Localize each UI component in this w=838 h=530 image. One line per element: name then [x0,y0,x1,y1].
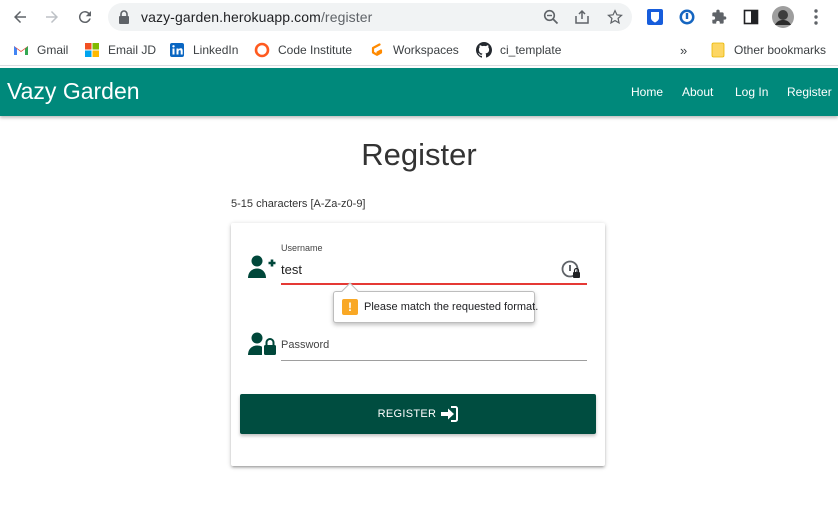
folder-icon [710,42,726,58]
lock-icon[interactable] [118,10,130,29]
extensions-puzzle-icon[interactable] [708,6,730,28]
username-hint: 5-15 characters [A-Za-z0-9] [231,198,366,210]
share-icon[interactable] [572,7,592,27]
reload-icon[interactable] [73,5,97,29]
gmail-icon [13,42,29,58]
address-bar[interactable]: vazy-garden.herokuapp.com/register [108,3,632,31]
user-plus-icon [248,255,278,284]
back-icon[interactable] [8,5,32,29]
nav-about[interactable]: About [682,85,713,99]
bookmark-email-jd[interactable]: Email JD [84,41,156,59]
linkedin-icon [169,42,185,58]
register-button[interactable]: REGISTER [240,394,596,434]
username-input[interactable]: test [281,262,302,277]
menu-dots-icon[interactable] [805,6,827,28]
side-panel-icon[interactable] [740,6,762,28]
browser-toolbar: vazy-garden.herokuapp.com/register [0,0,838,34]
microsoft-icon [84,42,100,58]
forward-icon[interactable] [40,5,64,29]
profile-avatar[interactable] [772,6,794,28]
user-lock-icon [248,332,278,361]
password-manager-field-icon[interactable] [561,260,581,284]
password-manager-icon[interactable] [676,6,698,28]
warning-icon: ! [342,299,358,315]
bookmark-gmail[interactable]: Gmail [13,41,68,59]
nav-login[interactable]: Log In [735,85,768,99]
url-text: vazy-garden.herokuapp.com/register [141,9,373,25]
brand-logo[interactable]: Vazy Garden [7,78,140,105]
bookmark-workspaces[interactable]: Workspaces [369,41,459,59]
bookmark-code-institute[interactable]: Code Institute [254,41,352,59]
bitwarden-icon[interactable] [644,6,666,28]
gitpod-icon [369,42,385,58]
bookmark-other[interactable]: Other bookmarks [710,41,826,59]
bookmark-ci-template[interactable]: ci_template [476,41,561,59]
page-title: Register [361,137,477,172]
code-institute-icon [254,42,270,58]
bookmarks-overflow-button[interactable]: » [680,41,687,59]
github-icon [476,42,492,58]
bookmarks-bar: Gmail Email JD LinkedIn Code Institute W… [0,34,838,66]
nav-register[interactable]: Register [787,85,832,99]
password-underline [281,360,587,361]
bookmark-linkedin[interactable]: LinkedIn [169,41,238,59]
sign-in-icon [441,406,459,422]
validation-message: Please match the requested format. [364,301,539,313]
bookmark-star-icon[interactable] [605,7,625,27]
zoom-icon[interactable] [541,7,561,27]
username-underline [281,283,587,285]
validation-tooltip: ! Please match the requested format. [333,282,539,323]
register-button-label: REGISTER [377,408,437,420]
username-label: Username [281,243,323,253]
nav-home[interactable]: Home [631,85,663,99]
password-input[interactable]: Password [281,339,329,351]
site-navbar: Vazy Garden Home About Log In Register [0,68,838,116]
